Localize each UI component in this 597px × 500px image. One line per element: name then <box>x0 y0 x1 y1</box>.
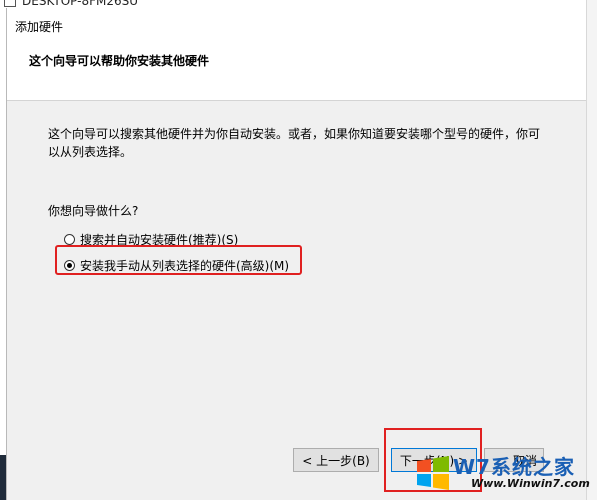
window-edge <box>586 0 597 500</box>
highlight-box-next <box>384 428 482 492</box>
device-tree-label: DESKTOP-8FM26SU <box>22 0 139 8</box>
cancel-button[interactable]: 取消 <box>484 448 544 472</box>
radio-auto-install[interactable] <box>64 233 75 245</box>
wizard-heading: 这个向导可以帮助你安装其他硬件 <box>29 54 210 68</box>
dialog-title: 添加硬件 <box>15 20 64 34</box>
wizard-question: 你想向导做什么? <box>48 204 139 218</box>
highlight-box-option <box>55 245 302 275</box>
wizard-description: 这个向导可以搜索其他硬件并为你自动安装。或者，如果你知道要安装哪个型号的硬件，你… <box>48 127 541 159</box>
device-tree-item[interactable]: DESKTOP-8FM26SU <box>0 0 138 8</box>
computer-icon <box>4 0 16 7</box>
back-button[interactable]: < 上一步(B) <box>293 448 379 472</box>
wizard-header: 添加硬件 这个向导可以帮助你安装其他硬件 <box>7 8 587 101</box>
